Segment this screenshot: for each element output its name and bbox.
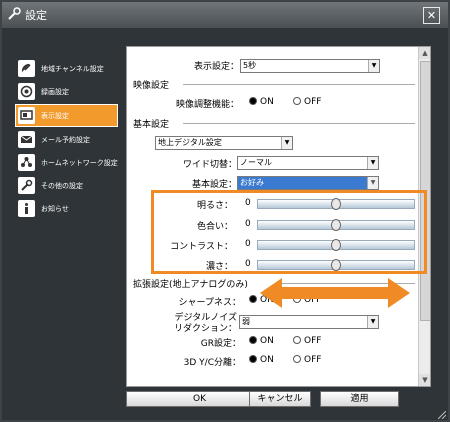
sidebar-item-record[interactable]: 録画設定 (16, 81, 115, 102)
gr-on-radio[interactable]: ON (249, 335, 274, 346)
video-adjust-off-radio[interactable]: OFF (293, 96, 322, 107)
section-divider (183, 123, 415, 124)
wide-select[interactable]: ノーマル ▼ (237, 156, 379, 170)
double-arrow-icon (260, 278, 410, 308)
section-divider (183, 84, 415, 85)
radio-label: ON (260, 355, 274, 365)
chevron-down-icon: ▼ (368, 60, 379, 72)
radio-label: OFF (304, 97, 322, 107)
noise-label-2: リダクション： (173, 324, 237, 334)
basic-value: お好み (240, 178, 264, 187)
record-icon (18, 83, 35, 100)
radio-label: ON (260, 336, 274, 346)
wrench-icon (8, 7, 21, 20)
display-setting-value: 5秒 (243, 61, 257, 70)
yc-label: 3D Y/C分離： (183, 358, 241, 368)
radio-dot-icon (293, 335, 301, 344)
basic-section-heading: 基本設定 (133, 120, 170, 130)
yc-off-radio[interactable]: OFF (293, 354, 322, 365)
sidebar-item-label: その他の設定 (41, 182, 83, 190)
radio-dot-icon (293, 354, 301, 363)
radio-dot-icon (249, 294, 257, 303)
ext-section-heading: 拡張設定(地上アナログのみ) (133, 280, 248, 290)
video-adjust-label: 映像調整機能： (175, 100, 239, 110)
close-button[interactable]: ✕ (423, 7, 440, 24)
source-select[interactable]: 地上デジタル設定 ▼ (155, 136, 293, 150)
video-section-heading: 映像設定 (133, 81, 170, 91)
resize-grip-icon[interactable] (438, 411, 446, 419)
basic-label: 基本設定： (191, 180, 237, 190)
apply-button[interactable]: 適用 (320, 391, 399, 407)
sidebar-item-info[interactable]: お知らせ (16, 198, 115, 219)
radio-label: OFF (304, 336, 322, 346)
sidebar-item-label: 表示設定 (41, 112, 69, 120)
wide-label: ワイド切替： (182, 160, 237, 170)
radio-label: ON (260, 97, 274, 107)
chevron-down-icon: ▼ (367, 316, 378, 328)
radio-label: OFF (304, 355, 322, 365)
sidebar-item-other[interactable]: その他の設定 (16, 175, 115, 196)
highlight-box (151, 190, 427, 274)
wide-value: ノーマル (240, 158, 272, 167)
sidebar-item-label: 地域チャンネル設定 (41, 65, 104, 73)
basic-select[interactable]: お好み ▼ (237, 176, 379, 190)
scroll-up-icon[interactable]: ▲ (419, 47, 430, 59)
sidebar-item-label: お知らせ (41, 205, 69, 213)
chevron-down-icon: ▼ (367, 157, 378, 169)
radio-dot-icon (249, 335, 257, 344)
sidebar-item-mail[interactable]: メール予約設定 (16, 129, 115, 150)
window-title: 設定 (25, 9, 47, 22)
video-adjust-on-radio[interactable]: ON (249, 96, 274, 107)
chevron-down-icon: ▼ (281, 137, 292, 149)
noise-reduction-value: 弱 (242, 317, 250, 326)
title-bar: 設定 ✕ (2, 2, 448, 28)
yc-on-radio[interactable]: ON (249, 354, 274, 365)
sidebar-item-label: ホームネットワーク設定 (41, 159, 118, 167)
satellite-dish-icon (18, 60, 35, 77)
sidebar-item-label: 録画設定 (41, 88, 69, 96)
display-icon (18, 107, 35, 124)
display-setting-label: 表示設定： (193, 62, 239, 72)
cancel-button[interactable]: キャンセル (249, 391, 311, 407)
scroll-down-icon[interactable]: ▼ (419, 374, 430, 386)
sharpness-label: シャープネス： (178, 298, 241, 308)
source-value: 地上デジタル設定 (158, 138, 222, 147)
settings-window: 設定 ✕ 地域チャンネル設定 録画設定 表示設定 メール予約設定 ホームネットワ… (0, 0, 450, 422)
noise-reduction-select[interactable]: 弱 ▼ (239, 315, 379, 329)
sidebar-item-display[interactable]: 表示設定 (15, 104, 118, 127)
radio-dot-icon (293, 96, 301, 105)
network-icon (18, 154, 35, 171)
sidebar-item-label: メール予約設定 (41, 136, 90, 144)
sidebar: 地域チャンネル設定 録画設定 表示設定 メール予約設定 ホームネットワーク設定 (15, 58, 118, 221)
radio-dot-icon (249, 354, 257, 363)
chevron-down-icon: ▼ (367, 177, 378, 189)
display-setting-select[interactable]: 5秒 ▼ (240, 59, 380, 73)
sidebar-item-channel[interactable]: 地域チャンネル設定 (16, 58, 115, 79)
wrench-icon (18, 177, 35, 194)
radio-dot-icon (249, 96, 257, 105)
mail-icon (18, 131, 35, 148)
sidebar-item-network[interactable]: ホームネットワーク設定 (16, 152, 118, 173)
info-icon (18, 200, 35, 217)
gr-label: GR設定： (200, 339, 241, 349)
gr-off-radio[interactable]: OFF (293, 335, 322, 346)
